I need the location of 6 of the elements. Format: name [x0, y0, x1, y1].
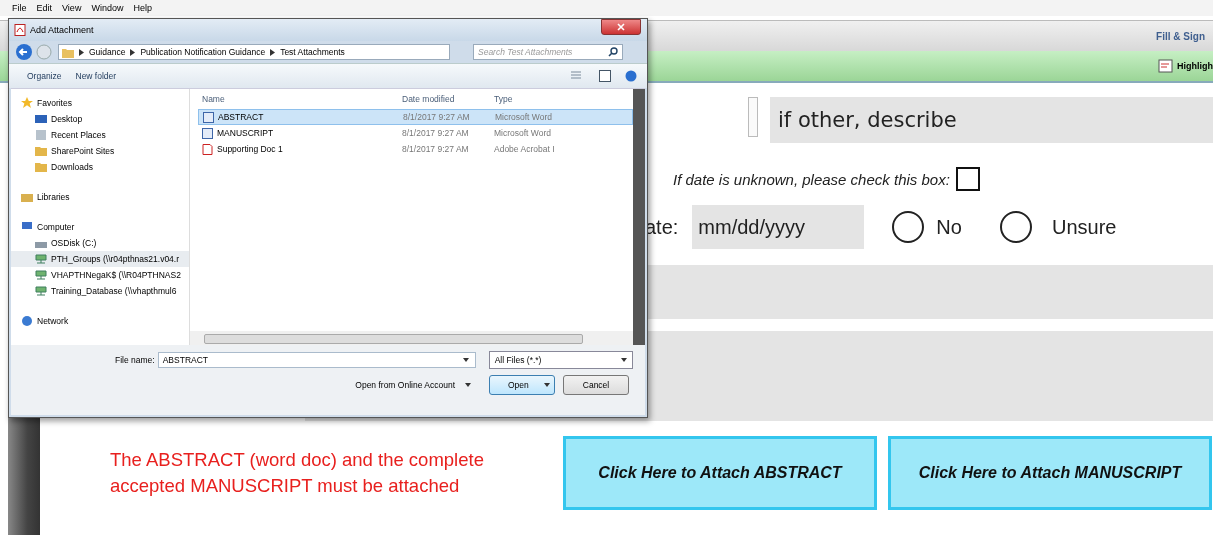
file-name-label: File name: — [115, 355, 155, 365]
attachment-note: The ABSTRACT (word doc) and the complete accepted MANUSCRIPT must be attached — [110, 448, 485, 498]
unknown-date-prompt: If date is unknown, please check this box: — [673, 170, 950, 188]
radio-label: Unsure — [1051, 215, 1117, 239]
dialog-title: Add Attachment — [30, 25, 95, 35]
radio-label: No — [936, 215, 962, 239]
